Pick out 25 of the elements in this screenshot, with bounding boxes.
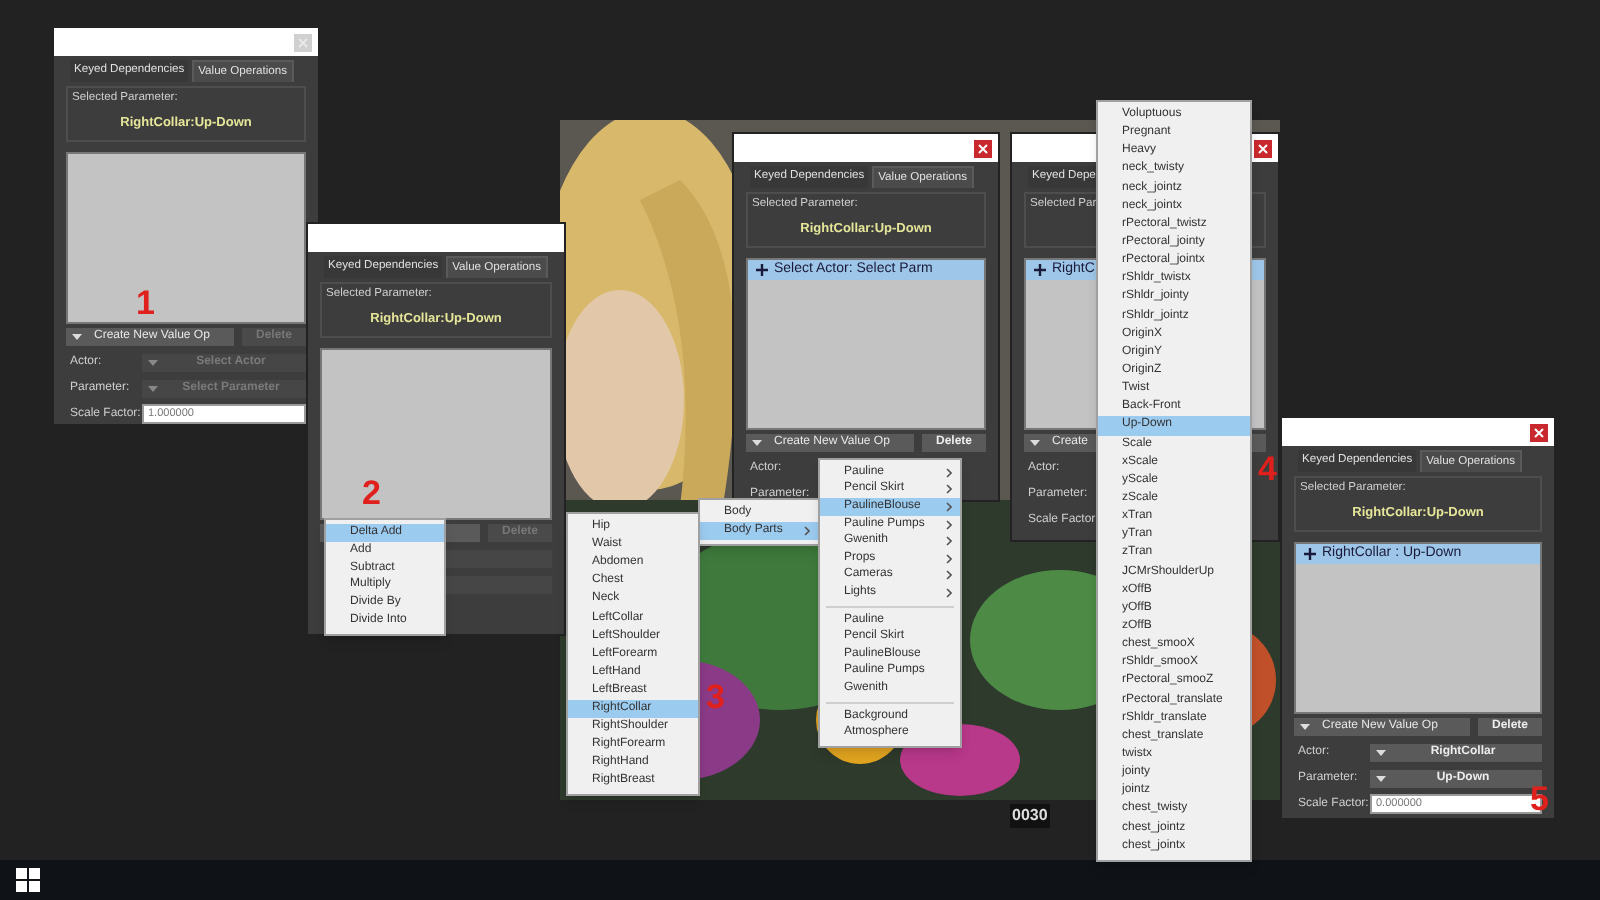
plus-icon bbox=[756, 264, 768, 276]
close-icon bbox=[1534, 427, 1544, 437]
close-icon bbox=[978, 143, 988, 153]
close-button[interactable] bbox=[1530, 423, 1548, 441]
caret-icon bbox=[72, 334, 82, 340]
windows-icon[interactable] bbox=[16, 868, 40, 892]
caret-icon bbox=[148, 386, 158, 392]
chevron-right-icon bbox=[804, 526, 810, 537]
frame-counter: 0030 bbox=[1010, 804, 1050, 828]
caret-icon bbox=[1030, 440, 1040, 446]
step-number: 4 bbox=[1258, 452, 1277, 486]
caret-icon bbox=[1376, 750, 1386, 756]
caret-icon bbox=[1376, 776, 1386, 782]
caret-icon bbox=[1300, 724, 1310, 730]
step-number: 2 bbox=[362, 476, 381, 510]
close-icon bbox=[1258, 143, 1268, 153]
caret-icon bbox=[148, 360, 158, 366]
caret-icon bbox=[752, 440, 762, 446]
plus-icon bbox=[1304, 548, 1316, 560]
step-number: 3 bbox=[706, 680, 725, 714]
plus-icon bbox=[1034, 264, 1046, 276]
close-button[interactable] bbox=[974, 139, 992, 157]
close-button[interactable] bbox=[1254, 139, 1272, 157]
close-icon bbox=[298, 37, 308, 47]
step-number: 1 bbox=[136, 286, 155, 320]
